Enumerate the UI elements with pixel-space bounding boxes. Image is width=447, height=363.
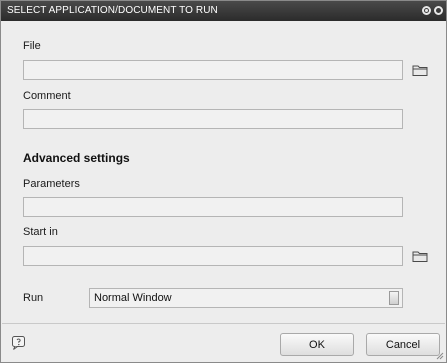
run-mode-value: Normal Window — [94, 292, 172, 304]
cancel-button[interactable]: Cancel — [366, 333, 440, 356]
browse-file-button[interactable] — [411, 61, 429, 79]
help-button[interactable] — [11, 335, 27, 351]
folder-icon — [412, 65, 428, 76]
run-dialog: SELECT APPLICATION/DOCUMENT TO RUN File … — [0, 0, 447, 363]
close-icon[interactable] — [434, 6, 443, 15]
advanced-settings-heading: Advanced settings — [23, 151, 130, 165]
folder-icon — [412, 251, 428, 262]
comment-label: Comment — [23, 90, 71, 102]
dropdown-handle-icon[interactable] — [389, 291, 399, 305]
comment-field[interactable] — [23, 109, 403, 129]
title-bar[interactable]: SELECT APPLICATION/DOCUMENT TO RUN — [1, 1, 446, 21]
resize-grip-icon[interactable] — [434, 350, 444, 360]
parameters-field[interactable] — [23, 197, 403, 217]
window-title: SELECT APPLICATION/DOCUMENT TO RUN — [7, 5, 218, 16]
footer-divider — [2, 323, 445, 324]
parameters-label: Parameters — [23, 178, 80, 190]
restore-icon[interactable] — [422, 6, 431, 15]
file-label: File — [23, 40, 41, 52]
file-field[interactable] — [23, 60, 403, 80]
start-in-label: Start in — [23, 226, 58, 238]
browse-start-in-button[interactable] — [411, 247, 429, 265]
start-in-field[interactable] — [23, 246, 403, 266]
ok-button[interactable]: OK — [280, 333, 354, 356]
help-icon — [12, 336, 25, 350]
run-mode-select[interactable]: Normal Window — [89, 288, 403, 308]
run-label: Run — [23, 292, 44, 304]
